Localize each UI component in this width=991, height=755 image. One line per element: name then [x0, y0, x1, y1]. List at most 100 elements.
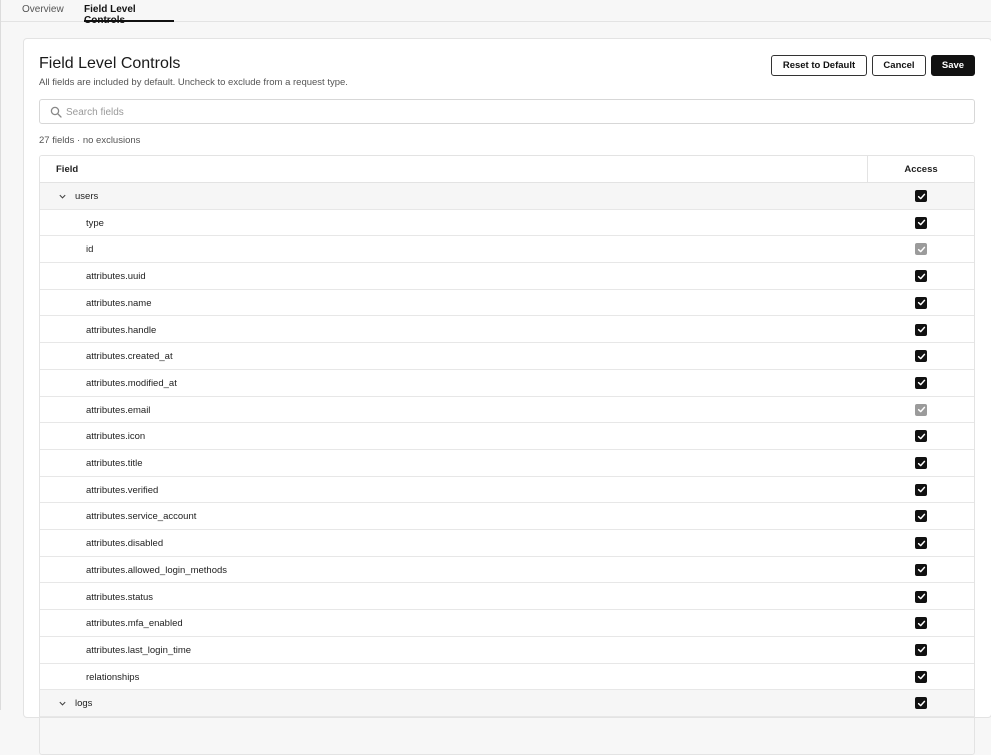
checkmark-icon [917, 380, 925, 386]
field-controls-card: Field Level Controls All fields are incl… [23, 38, 991, 755]
table-row: type [40, 209, 974, 237]
checkmark-icon [917, 406, 925, 413]
access-checkbox[interactable] [915, 563, 927, 576]
checkmark-icon [917, 353, 925, 360]
table-row: attributes.status [40, 583, 974, 611]
field-name: attributes.name [86, 297, 152, 309]
field-name: attributes.status [86, 591, 154, 603]
table-row: attributes.mfa_enabled [40, 610, 974, 637]
column-header-field: Field [56, 164, 79, 175]
table-row: attributes.name [40, 289, 974, 317]
checkmark-icon [917, 593, 925, 600]
field-count-summary: 27 fields · no exclusions [39, 135, 141, 146]
field-name: logs [75, 698, 93, 710]
checkmark-icon [917, 673, 925, 680]
access-checkbox[interactable] [915, 483, 927, 496]
field-name: attributes.allowed_login_methods [86, 564, 228, 576]
access-checkbox[interactable] [915, 643, 927, 656]
chevron-down-icon[interactable] [58, 699, 67, 708]
access-checkbox [915, 243, 927, 256]
access-checkbox [915, 403, 927, 416]
field-name: attributes.service_account [86, 511, 197, 523]
cancel-button[interactable]: Cancel [872, 55, 926, 76]
field-name: attributes.icon [86, 431, 146, 443]
page-title: Field Level Controls [39, 55, 181, 72]
save-button[interactable]: Save [931, 55, 975, 76]
table-row: attributes.modified_at [40, 369, 974, 397]
checkmark-icon [917, 193, 925, 199]
access-checkbox[interactable] [915, 697, 927, 710]
access-checkbox[interactable] [915, 270, 927, 283]
access-checkbox[interactable] [915, 216, 927, 229]
access-checkbox[interactable] [915, 376, 927, 389]
field-name: users [75, 191, 99, 202]
checkmark-icon [917, 326, 925, 333]
tab-overview[interactable]: Overview [22, 4, 64, 22]
field-name: attributes.disabled [86, 538, 164, 550]
field-name: attributes.handle [86, 324, 157, 336]
checkmark-icon [917, 620, 925, 627]
checkmark-icon [917, 219, 925, 226]
field-table: Field Access users type id attributes.uuid a… [39, 155, 975, 755]
field-name: relationships [86, 671, 140, 683]
table-row: id [40, 236, 974, 264]
table-row: attributes.service_account [40, 503, 974, 531]
field-name: attributes.mfa_enabled [86, 618, 183, 630]
access-checkbox[interactable] [915, 670, 927, 683]
reset-to-default-button[interactable]: Reset to Default [771, 55, 867, 76]
table-header: Field Access [40, 156, 974, 183]
access-checkbox[interactable] [915, 190, 927, 202]
checkmark-icon [917, 647, 925, 653]
page-subtitle: All fields are included by default. Unch… [39, 77, 348, 88]
table-row: attributes.handle [40, 316, 974, 344]
field-name: attributes.uuid [86, 271, 146, 283]
checkmark-icon [917, 460, 925, 466]
table-row: attributes.disabled [40, 530, 974, 557]
search-input[interactable] [66, 103, 966, 121]
field-name: attributes.created_at [86, 351, 173, 363]
table-row: relationships [40, 663, 974, 691]
access-checkbox[interactable] [915, 457, 927, 469]
checkmark-icon [917, 486, 925, 493]
access-checkbox[interactable] [915, 537, 927, 550]
field-name: attributes.title [86, 458, 143, 469]
access-checkbox[interactable] [915, 510, 927, 523]
checkmark-icon [917, 513, 925, 520]
access-checkbox[interactable] [915, 350, 927, 363]
table-row: attributes.allowed_login_methods [40, 556, 974, 584]
field-name: attributes.email [86, 404, 151, 416]
checkmark-icon [917, 246, 925, 253]
tab-bar: Overview Field Level Controls [1, 0, 991, 26]
search-box [39, 99, 975, 124]
table-group-row: users [40, 183, 974, 210]
table-row: attributes.email [40, 396, 974, 424]
access-checkbox[interactable] [915, 323, 927, 336]
table-row: attributes.title [40, 450, 974, 477]
table-row: attributes.icon [40, 423, 974, 450]
access-checkbox[interactable] [915, 430, 927, 443]
page: Overview Field Level Controls Field Leve… [0, 0, 991, 755]
table-row: attributes.uuid [40, 263, 974, 290]
access-checkbox[interactable] [915, 617, 927, 630]
access-checkbox[interactable] [915, 590, 927, 603]
table-row: attributes.last_login_time [40, 636, 974, 664]
table-row: attributes.verified [40, 476, 974, 504]
checkmark-icon [917, 700, 925, 707]
table-row: attributes.created_at [40, 343, 974, 370]
checkmark-icon [917, 273, 925, 279]
table-group-row: logs [40, 690, 974, 717]
field-name: id [86, 244, 94, 256]
column-header-access: Access [904, 164, 938, 175]
checkmark-icon [917, 299, 925, 306]
field-name: attributes.last_login_time [86, 644, 192, 656]
field-name: attributes.verified [86, 484, 159, 496]
checkmark-icon [917, 433, 925, 440]
tab-field-level-controls[interactable]: Field Level Controls [84, 4, 174, 26]
field-name: attributes.modified_at [86, 377, 177, 389]
access-checkbox[interactable] [915, 296, 927, 309]
chevron-down-icon[interactable] [58, 192, 67, 201]
checkmark-icon [917, 566, 925, 573]
checkmark-icon [917, 540, 925, 546]
search-icon [50, 106, 62, 118]
field-name: type [86, 217, 104, 229]
